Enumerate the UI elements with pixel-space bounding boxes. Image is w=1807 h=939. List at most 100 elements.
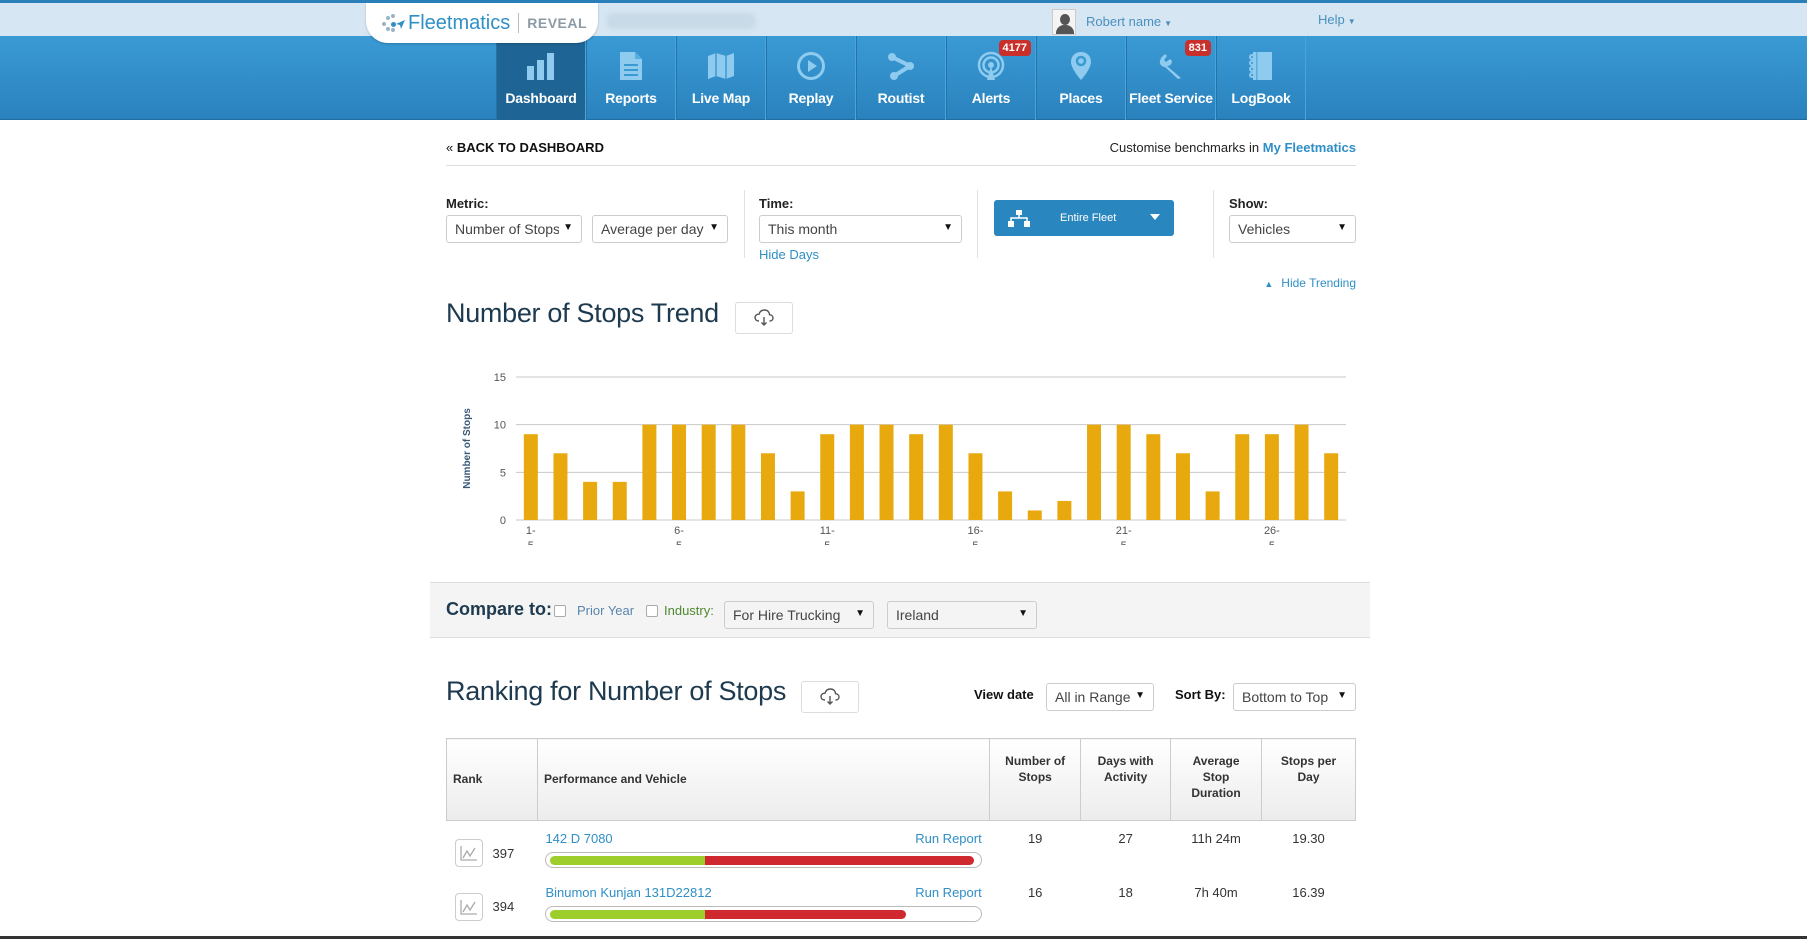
- my-fleetmatics-link[interactable]: My Fleetmatics: [1263, 140, 1356, 155]
- logo-divider: [518, 13, 520, 33]
- main-nav: Dashboard Reports Live Map Replay Routis…: [0, 36, 1807, 120]
- column-header-days-text: Days with Activity: [1097, 754, 1154, 784]
- nav-label: Places: [1059, 90, 1103, 106]
- prior-year-checkbox[interactable]: [554, 605, 566, 617]
- map-icon: [704, 50, 738, 82]
- vehicle-link[interactable]: 142 D 7080: [545, 831, 612, 846]
- user-menu[interactable]: Robert name ▼: [1052, 9, 1172, 35]
- table-header-row: Rank Performance and Vehicle Number of S…: [446, 738, 1356, 821]
- dropdown-arrow-icon: ▼: [1337, 222, 1347, 233]
- column-header-rank[interactable]: Rank: [446, 738, 538, 821]
- industry-select[interactable]: For Hire Trucking ▼: [724, 601, 874, 629]
- nav-replay[interactable]: Replay: [766, 36, 856, 120]
- sort-by-select[interactable]: Bottom to Top ▼: [1233, 683, 1356, 711]
- column-header-vehicle[interactable]: Performance and Vehicle: [536, 738, 991, 821]
- show-select[interactable]: Vehicles ▼: [1229, 215, 1356, 243]
- back-label: BACK TO DASHBOARD: [456, 140, 604, 155]
- column-header-days[interactable]: Days with Activity: [1080, 738, 1172, 821]
- bar: [612, 481, 627, 520]
- sort-by-value: Bottom to Top: [1242, 689, 1329, 705]
- help-label: Help: [1318, 12, 1345, 27]
- download-ranking-button[interactable]: [801, 681, 859, 713]
- column-header-stops[interactable]: Number of Stops: [989, 738, 1082, 821]
- performance-bar-red: [704, 909, 906, 919]
- column-header-stops-per-day-text: Stops per Day: [1280, 754, 1337, 784]
- time-select[interactable]: This month ▼: [759, 215, 962, 243]
- hide-trending-link[interactable]: ▲ Hide Trending: [1264, 276, 1356, 290]
- industry-checkbox[interactable]: [646, 605, 658, 617]
- cloud-download-icon: [754, 309, 774, 326]
- metric-select[interactable]: Number of Stops ▼: [446, 215, 582, 243]
- nav-reports[interactable]: Reports: [586, 36, 676, 120]
- bar: [938, 424, 953, 520]
- stops-value: 19: [1027, 831, 1043, 846]
- time-value: This month: [768, 221, 838, 237]
- bar: [1146, 434, 1161, 520]
- x-tick-label: 21-: [1116, 525, 1132, 537]
- nav-fleet-service[interactable]: 831 Fleet Service: [1126, 36, 1216, 120]
- rank-value: 394: [492, 899, 515, 914]
- row-trend-button[interactable]: [454, 892, 483, 921]
- region-select[interactable]: Ireland ▼: [887, 601, 1037, 629]
- nav-label: Alerts: [971, 90, 1011, 106]
- divider: [1213, 190, 1214, 258]
- dropdown-arrow-icon: ▼: [1135, 690, 1145, 701]
- view-date-value: All in Range: [1055, 689, 1131, 705]
- bar: [1116, 424, 1131, 520]
- row-trend-button[interactable]: [454, 839, 483, 867]
- y-axis-label: Number of Stops: [462, 408, 473, 489]
- wrench-icon: [1154, 50, 1188, 82]
- hide-days-link[interactable]: Hide Days: [759, 247, 819, 262]
- column-header-avg-duration[interactable]: Average Stop Duration: [1170, 738, 1263, 821]
- nav-dashboard[interactable]: Dashboard: [496, 36, 586, 120]
- bar: [672, 424, 687, 520]
- map-pin-icon: [1064, 50, 1098, 82]
- bar: [849, 424, 864, 520]
- nav-label: Live Map: [691, 90, 751, 106]
- bar: [1264, 434, 1279, 520]
- trend-chart-svg: 0 5 10 15 Number of Stops 1- 5 6- 5 11- 5 16- 5 21- 5 2…: [462, 372, 1346, 545]
- nav-live-map[interactable]: Live Map: [676, 36, 766, 120]
- brand-logo[interactable]: Fleetmatics REVEAL: [366, 3, 598, 43]
- table-row: 394 Binumon Kunjan 131D22812 Run Report 1…: [447, 875, 1356, 929]
- fleet-selector[interactable]: Entire Fleet: [994, 200, 1174, 236]
- product-name: REVEAL: [527, 15, 588, 31]
- compare-bar: Compare to: Prior Year Industry: For Hir…: [430, 582, 1370, 638]
- x-tick-label: 5: [972, 540, 978, 545]
- bar: [583, 481, 598, 520]
- divider: [977, 190, 978, 258]
- column-header-stops-per-day[interactable]: Stops per Day: [1261, 738, 1356, 821]
- dropdown-arrow-icon: ▼: [855, 608, 865, 619]
- compare-label: Compare to:: [446, 599, 553, 619]
- breadcrumb-row: « BACK TO DASHBOARD Customise benchmarks…: [446, 140, 1356, 166]
- help-menu[interactable]: Help ▼: [1318, 12, 1356, 27]
- bar: [760, 453, 775, 520]
- back-to-dashboard-link[interactable]: « BACK TO DASHBOARD: [446, 140, 604, 165]
- nav-logbook[interactable]: LogBook: [1216, 36, 1306, 120]
- y-tick-label: 0: [500, 515, 506, 527]
- run-report-link[interactable]: Run Report: [915, 831, 981, 846]
- show-label: Show:: [1229, 196, 1268, 211]
- y-tick-label: 5: [500, 467, 506, 479]
- run-report-link[interactable]: Run Report: [915, 885, 981, 900]
- download-trend-button[interactable]: [735, 302, 793, 334]
- chevron-down-icon: [1150, 214, 1160, 220]
- aggregate-select[interactable]: Average per day ▼: [592, 215, 728, 243]
- bar: [1205, 491, 1220, 520]
- days-value: 27: [1118, 831, 1133, 846]
- stops-value: 16: [1027, 884, 1043, 900]
- x-tick-label: 5: [676, 540, 682, 545]
- view-date-select[interactable]: All in Range ▼: [1046, 683, 1154, 711]
- nav-alerts[interactable]: 4177 Alerts: [946, 36, 1036, 120]
- nav-routist[interactable]: Routist: [856, 36, 946, 120]
- days-value: 18: [1118, 884, 1133, 900]
- ranking-table: Rank Performance and Vehicle Number of S…: [446, 738, 1356, 929]
- blurred-account-info: [606, 13, 756, 29]
- x-tick-label: 11-: [820, 525, 835, 537]
- nav-places[interactable]: Places: [1036, 36, 1126, 120]
- show-value: Vehicles: [1238, 221, 1291, 237]
- top-bar: Fleetmatics REVEAL Robert name ▼ Help ▼: [0, 0, 1807, 43]
- alerts-badge: 4177: [998, 40, 1031, 56]
- vehicle-link[interactable]: Binumon Kunjan 131D22812: [545, 885, 711, 900]
- dropdown-arrow-icon: ▼: [943, 222, 953, 233]
